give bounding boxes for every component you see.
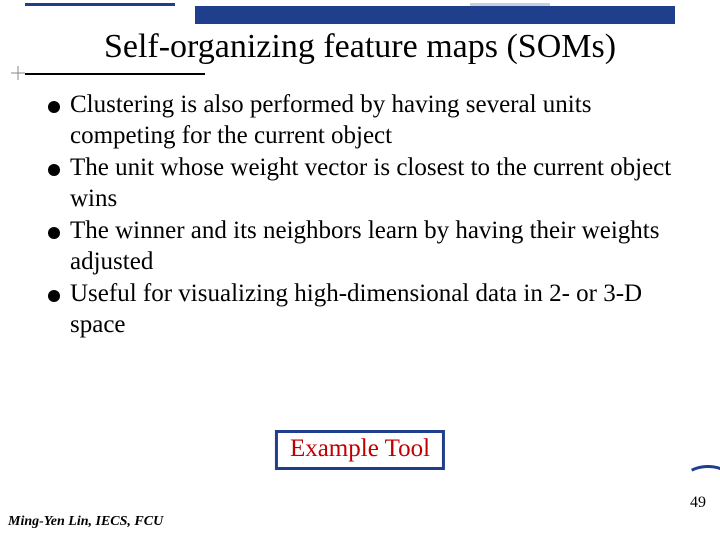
decor-bar-left — [25, 3, 175, 6]
bullet-list: Clustering is also performed by having s… — [48, 90, 672, 342]
decor-bar-faint — [470, 3, 550, 6]
title-underline — [25, 73, 205, 75]
page-number: 49 — [690, 494, 706, 512]
slide-title: Self-organizing feature maps (SOMs) — [0, 28, 720, 66]
bullet-item: Useful for visualizing high-dimensional … — [48, 279, 672, 340]
bullet-item: Clustering is also performed by having s… — [48, 90, 672, 151]
example-tool-link[interactable]: Example Tool — [275, 430, 445, 470]
decor-bar-main — [195, 6, 675, 24]
footer-author: Ming-Yen Lin, IECS, FCU — [8, 514, 163, 530]
bullet-item: The winner and its neighbors learn by ha… — [48, 216, 672, 277]
cross-icon — [11, 66, 25, 80]
bullet-item: The unit whose weight vector is closest … — [48, 153, 672, 214]
slide: Self-organizing feature maps (SOMs) Clus… — [0, 0, 720, 540]
decor-arc-icon — [657, 454, 720, 540]
